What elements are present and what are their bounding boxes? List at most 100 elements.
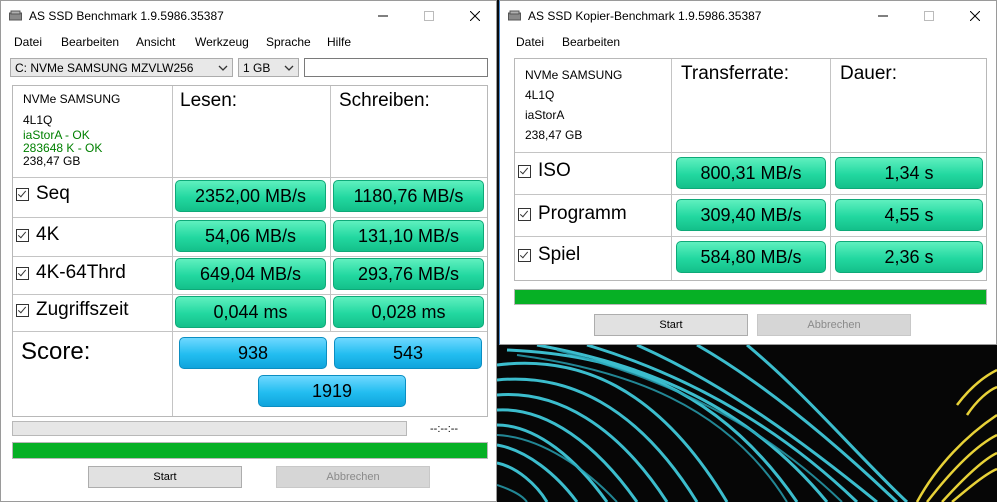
total-progress-bar bbox=[12, 442, 488, 459]
row-4k-text: 4K bbox=[36, 224, 60, 245]
size-select-value: 1 GB bbox=[243, 61, 271, 75]
column-duration-header: Dauer: bbox=[840, 63, 898, 84]
menu-datei[interactable]: Datei bbox=[14, 35, 42, 49]
row-spiel-label[interactable]: Spiel bbox=[518, 244, 580, 266]
row-iso-label[interactable]: ISO bbox=[518, 160, 571, 182]
4k64-write-result: 293,76 MB/s bbox=[333, 258, 484, 290]
cancel-button[interactable]: Abbrechen bbox=[276, 466, 430, 488]
column-write-header: Schreiben: bbox=[339, 90, 430, 111]
menu-hilfe[interactable]: Hilfe bbox=[327, 35, 351, 49]
close-button[interactable] bbox=[452, 1, 498, 31]
drive-info: NVMe SAMSUNG 4L1Q iaStorA 238,47 GB bbox=[525, 65, 622, 145]
drive-capacity: 238,47 GB bbox=[23, 154, 81, 168]
dropdown-arrow-icon bbox=[218, 65, 228, 71]
row-4k-label[interactable]: 4K bbox=[16, 224, 59, 246]
checkbox-checked-icon[interactable] bbox=[518, 164, 531, 178]
row-4k64-label[interactable]: 4K-64Thrd bbox=[16, 262, 126, 284]
menu-bar: Datei Bearbeiten bbox=[500, 31, 996, 53]
seq-write-result: 1180,76 MB/s bbox=[333, 180, 484, 212]
drive-select[interactable]: C: NVMe SAMSUNG MZVLW256 bbox=[10, 58, 233, 77]
grid-divider bbox=[671, 59, 672, 280]
seq-read-result: 2352,00 MB/s bbox=[175, 180, 326, 212]
minimize-button[interactable] bbox=[360, 1, 406, 31]
close-button[interactable] bbox=[952, 1, 997, 31]
row-access-label[interactable]: Zugriffszeit bbox=[16, 299, 129, 321]
maximize-icon bbox=[924, 11, 934, 21]
menu-ansicht[interactable]: Ansicht bbox=[136, 35, 175, 49]
path-input[interactable] bbox=[304, 58, 488, 77]
as-ssd-benchmark-window: AS SSD Benchmark 1.9.5986.35387 Datei Be… bbox=[0, 0, 497, 502]
copy-results-grid: NVMe SAMSUNG 4L1Q iaStorA 238,47 GB Tran… bbox=[514, 58, 987, 281]
row-iso-text: ISO bbox=[538, 160, 571, 181]
close-icon bbox=[970, 11, 980, 21]
4k-write-result: 131,10 MB/s bbox=[333, 220, 484, 252]
grid-divider bbox=[830, 59, 831, 280]
total-progress-fill bbox=[13, 443, 487, 458]
column-read-header: Lesen: bbox=[180, 90, 238, 111]
cancel-button[interactable]: Abbrechen bbox=[757, 314, 911, 336]
desktop-wallpaper bbox=[497, 345, 997, 502]
score-label: Score: bbox=[21, 338, 91, 365]
grid-divider bbox=[515, 236, 986, 237]
maximize-button[interactable] bbox=[906, 1, 952, 31]
maximize-icon bbox=[424, 11, 434, 21]
access-write-result: 0,028 ms bbox=[333, 296, 484, 328]
checkbox-checked-icon[interactable] bbox=[518, 207, 531, 221]
title-bar[interactable]: AS SSD Kopier-Benchmark 1.9.5986.35387 bbox=[500, 1, 996, 31]
start-button[interactable]: Start bbox=[88, 466, 242, 488]
checkbox-checked-icon[interactable] bbox=[16, 228, 29, 242]
start-button[interactable]: Start bbox=[594, 314, 748, 336]
menu-datei[interactable]: Datei bbox=[516, 35, 544, 49]
spiel-rate-result: 584,80 MB/s bbox=[676, 241, 826, 273]
menu-bar: Datei Bearbeiten Ansicht Werkzeug Sprach… bbox=[1, 31, 496, 53]
row-spiel-text: Spiel bbox=[538, 244, 581, 265]
checkbox-checked-icon[interactable] bbox=[16, 303, 29, 317]
dropdown-arrow-icon bbox=[284, 65, 294, 71]
menu-bearbeiten[interactable]: Bearbeiten bbox=[562, 35, 620, 49]
spiel-duration-result: 2,36 s bbox=[835, 241, 983, 273]
4k-read-result: 54,06 MB/s bbox=[175, 220, 326, 252]
column-transferrate-header: Transferrate: bbox=[681, 63, 790, 84]
menu-werkzeug[interactable]: Werkzeug bbox=[195, 35, 249, 49]
grid-divider bbox=[515, 152, 986, 153]
size-select[interactable]: 1 GB bbox=[238, 58, 299, 77]
grid-divider bbox=[13, 217, 487, 218]
programm-rate-result: 309,40 MB/s bbox=[676, 199, 826, 231]
iso-rate-result: 800,31 MB/s bbox=[676, 157, 826, 189]
minimize-icon bbox=[878, 15, 888, 17]
menu-bearbeiten[interactable]: Bearbeiten bbox=[61, 35, 119, 49]
checkbox-checked-icon[interactable] bbox=[16, 187, 29, 201]
minimize-icon bbox=[378, 15, 388, 17]
row-seq-text: Seq bbox=[36, 183, 70, 204]
grid-divider bbox=[172, 86, 173, 416]
app-drive-icon bbox=[508, 10, 521, 21]
test-progress-bar bbox=[12, 421, 407, 436]
4k64-read-result: 649,04 MB/s bbox=[175, 258, 326, 290]
menu-sprache[interactable]: Sprache bbox=[266, 35, 311, 49]
drive-firmware: 4L1Q bbox=[525, 88, 555, 102]
row-seq-label[interactable]: Seq bbox=[16, 183, 70, 205]
title-bar[interactable]: AS SSD Benchmark 1.9.5986.35387 bbox=[1, 1, 496, 31]
copy-progress-fill bbox=[515, 290, 986, 304]
app-drive-icon bbox=[9, 10, 22, 21]
row-programm-text: Programm bbox=[538, 203, 627, 224]
access-read-result: 0,044 ms bbox=[175, 296, 326, 328]
window-title: AS SSD Kopier-Benchmark 1.9.5986.35387 bbox=[528, 9, 762, 23]
wallpaper-image bbox=[497, 345, 997, 502]
checkbox-checked-icon[interactable] bbox=[16, 266, 29, 280]
drive-info: NVMe SAMSUNG 4L1Q iaStorA - OK 283648 K … bbox=[23, 93, 120, 168]
checkbox-checked-icon[interactable] bbox=[518, 248, 531, 262]
grid-divider bbox=[13, 256, 487, 257]
results-grid: NVMe SAMSUNG 4L1Q iaStorA - OK 283648 K … bbox=[12, 85, 488, 417]
grid-divider bbox=[515, 194, 986, 195]
window-title: AS SSD Benchmark 1.9.5986.35387 bbox=[29, 9, 224, 23]
row-programm-label[interactable]: Programm bbox=[518, 203, 627, 225]
minimize-button[interactable] bbox=[860, 1, 906, 31]
drive-firmware: 4L1Q bbox=[23, 113, 53, 127]
copy-progress-bar bbox=[514, 289, 987, 305]
close-icon bbox=[470, 11, 480, 21]
as-ssd-copy-benchmark-window: AS SSD Kopier-Benchmark 1.9.5986.35387 D… bbox=[499, 0, 997, 345]
score-total: 1919 bbox=[258, 375, 406, 407]
maximize-button[interactable] bbox=[406, 1, 452, 31]
grid-divider bbox=[13, 331, 487, 332]
